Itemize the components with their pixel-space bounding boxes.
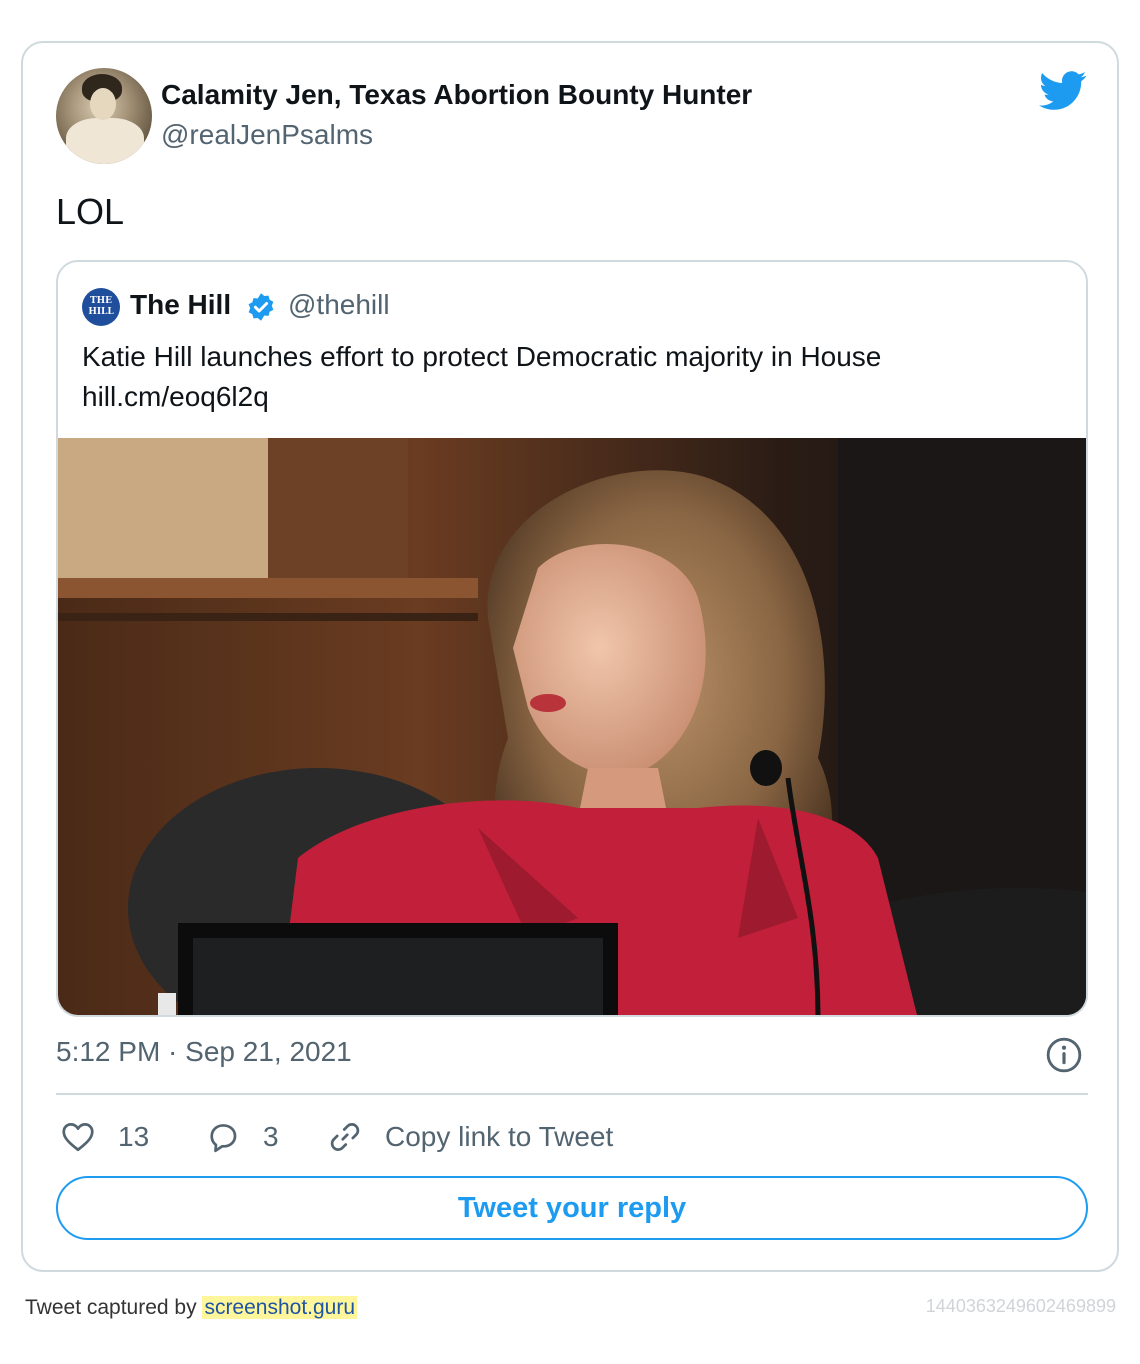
- tweet-id: 1440363249602469899: [925, 1296, 1116, 1316]
- screenshot-guru-link[interactable]: screenshot.guru: [202, 1296, 358, 1319]
- tweet-card: Calamity Jen, Texas Abortion Bounty Hunt…: [21, 41, 1119, 1272]
- like-count: 13: [118, 1121, 150, 1152]
- info-icon[interactable]: [1045, 1036, 1083, 1074]
- copy-link-label: Copy link to Tweet: [385, 1121, 614, 1152]
- quoted-tweet-headline: Katie Hill launches effort to protect De…: [82, 341, 882, 372]
- quoted-tweet[interactable]: THE HILL The Hill @thehill Katie Hill la…: [56, 260, 1088, 1017]
- quoted-tweet-photo[interactable]: [58, 438, 1088, 1017]
- author-avatar[interactable]: [56, 68, 152, 164]
- quoted-tweet-text: Katie Hill launches effort to protect De…: [82, 337, 1062, 417]
- copy-link-button[interactable]: Copy link to Tweet: [327, 1117, 613, 1157]
- like-button[interactable]: 13: [60, 1117, 149, 1157]
- quoted-author-handle[interactable]: @thehill: [288, 289, 390, 321]
- author-handle[interactable]: @realJenPsalms: [161, 119, 373, 151]
- tweet-your-reply-button[interactable]: Tweet your reply: [56, 1176, 1088, 1240]
- reply-count: 3: [263, 1121, 279, 1152]
- twitter-bird-icon[interactable]: [1039, 71, 1087, 111]
- tweet-text: LOL: [56, 191, 125, 232]
- reply-button[interactable]: 3: [205, 1117, 279, 1157]
- the-hill-avatar[interactable]: THE HILL: [82, 288, 120, 326]
- divider: [56, 1093, 1088, 1095]
- capture-credit-prefix: Tweet captured by: [25, 1296, 203, 1319]
- quoted-author-name[interactable]: The Hill: [130, 289, 231, 321]
- heart-icon: [62, 1123, 94, 1152]
- verified-badge-icon: [248, 293, 274, 321]
- author-display-name[interactable]: Calamity Jen, Texas Abortion Bounty Hunt…: [161, 79, 752, 111]
- speech-bubble-icon: [210, 1124, 237, 1153]
- tweet-timestamp[interactable]: 5:12 PM · Sep 21, 2021: [56, 1036, 352, 1068]
- link-icon: [330, 1123, 360, 1151]
- capture-credit: Tweet captured by screenshot.guru: [25, 1296, 358, 1320]
- quoted-tweet-link[interactable]: hill.cm/eoq6l2q: [82, 377, 1062, 417]
